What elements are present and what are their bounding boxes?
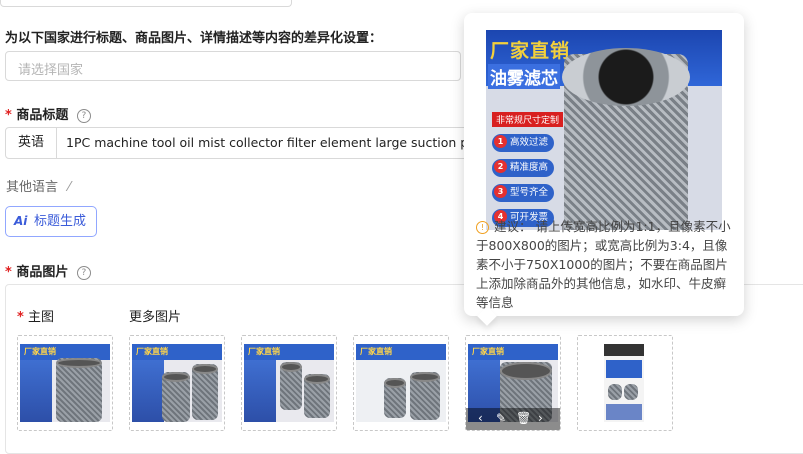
chevron-left-icon[interactable]: ‹: [478, 411, 483, 425]
thumbnail-slot[interactable]: 厂家直销: [241, 335, 337, 431]
thumbnail-toolbar: ‹ ✎ 🗑 ›: [466, 408, 560, 430]
thumbnail-slot[interactable]: 厂家直销: [129, 335, 225, 431]
product-title-label: * 商品标题 ?: [5, 104, 91, 123]
image-preview-popover: 厂家直销 油雾滤芯 非常规尺寸定制 1 高效过滤 2 精准度高 3 型号齐全 4 可开发…: [464, 13, 744, 326]
thumbnail-slot[interactable]: [577, 335, 673, 431]
thumbnail-slot[interactable]: 厂家直销: [17, 335, 113, 431]
country-select-placeholder: 请选择国家: [18, 63, 84, 78]
help-icon[interactable]: ?: [76, 109, 91, 123]
preview-image: 厂家直销 油雾滤芯 非常规尺寸定制 1 高效过滤 2 精准度高 3 型号齐全 4 可开发…: [486, 30, 722, 230]
chevron-right-icon[interactable]: ›: [538, 411, 543, 425]
main-image-label: * 主图: [17, 310, 54, 325]
country-select[interactable]: 请选择国家: [5, 51, 461, 81]
warning-icon: !: [476, 221, 489, 234]
product-title-value[interactable]: 1PC machine tool oil mist collector filt…: [66, 128, 474, 158]
delete-icon[interactable]: 🗑: [516, 411, 531, 425]
product-image: 厂家直销: [356, 344, 446, 422]
thumbnail-slot[interactable]: 厂家直销: [353, 335, 449, 431]
other-languages-toggle[interactable]: 其他语言 ⁄: [6, 176, 70, 195]
thumbnail-slot-selected[interactable]: 厂家直销 ‹ ✎ 🗑 ›: [465, 335, 561, 431]
edit-icon: ⁄: [68, 180, 71, 195]
upload-tip: ! 建议： 请上传宽高比例为1:1，且像素不小于800X800的图片；或宽高比例为…: [476, 219, 731, 310]
product-image: 厂家直销: [244, 344, 334, 422]
more-images-label: 更多图片: [129, 310, 182, 325]
product-title-input[interactable]: 英语 1PC machine tool oil mist collector f…: [5, 127, 475, 159]
language-selector[interactable]: 英语: [6, 128, 57, 158]
edit-icon[interactable]: ✎: [496, 411, 506, 425]
product-image: 厂家直销: [20, 344, 110, 422]
product-images-label: * 商品图片 ?: [5, 261, 91, 280]
diff-settings-label: 为以下国家进行标题、商品图片、详情描述等内容的差异化设置：: [5, 31, 383, 46]
title-generate-button[interactable]: Ai 标题生成: [5, 206, 97, 237]
top-input-edge: [0, 0, 292, 7]
product-image: [604, 344, 644, 422]
product-image: 厂家直销: [132, 344, 222, 422]
ai-icon: Ai: [14, 214, 28, 228]
help-icon[interactable]: ?: [76, 266, 91, 280]
